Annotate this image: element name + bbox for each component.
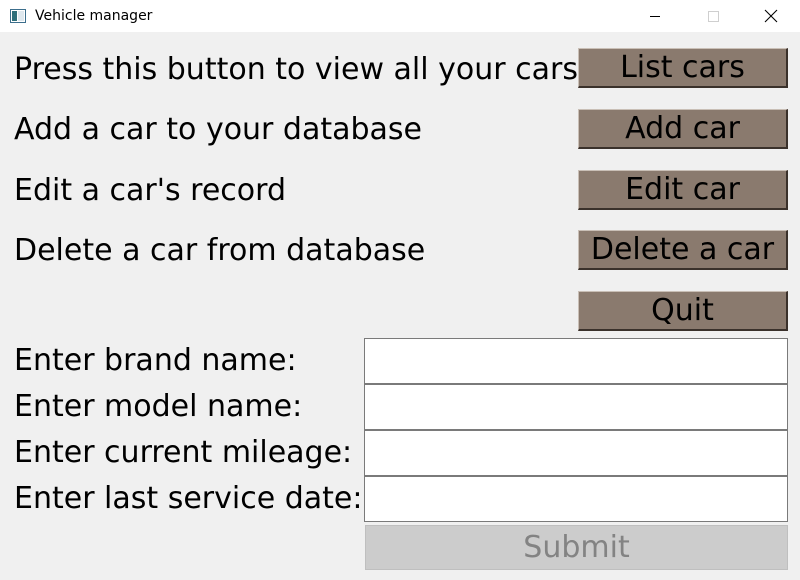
window-title: Vehicle manager	[35, 8, 153, 24]
window-app-icon	[10, 8, 26, 23]
submit-button[interactable]: Submit	[365, 525, 788, 570]
delete-car-label: Delete a car from database	[14, 233, 426, 268]
quit-button[interactable]: Quit	[578, 291, 788, 331]
list-cars-label: Press this button to view all your cars	[14, 52, 578, 87]
brand-name-input[interactable]	[364, 338, 788, 384]
delete-car-button[interactable]: Delete a car	[578, 230, 788, 270]
mileage-label: Enter current mileage:	[14, 435, 353, 470]
minimize-button[interactable]	[626, 0, 684, 32]
add-car-label: Add a car to your database	[14, 112, 423, 147]
mileage-input[interactable]	[364, 430, 788, 476]
brand-name-label: Enter brand name:	[14, 343, 297, 378]
close-button[interactable]	[742, 0, 800, 32]
list-cars-button[interactable]: List cars	[578, 48, 788, 88]
add-car-button[interactable]: Add car	[578, 109, 788, 149]
maximize-icon	[707, 10, 719, 22]
close-icon	[764, 9, 778, 23]
maximize-button[interactable]	[684, 0, 742, 32]
service-date-label: Enter last service date:	[14, 481, 363, 516]
edit-car-button[interactable]: Edit car	[578, 170, 788, 210]
model-name-input[interactable]	[364, 384, 788, 430]
model-name-label: Enter model name:	[14, 389, 303, 424]
service-date-input[interactable]	[364, 476, 788, 522]
edit-car-label: Edit a car's record	[14, 173, 287, 208]
minimize-icon	[649, 10, 661, 22]
vehicle-manager-window: Vehicle manager Press this button to vie…	[0, 0, 800, 580]
title-bar[interactable]: Vehicle manager	[0, 0, 800, 32]
